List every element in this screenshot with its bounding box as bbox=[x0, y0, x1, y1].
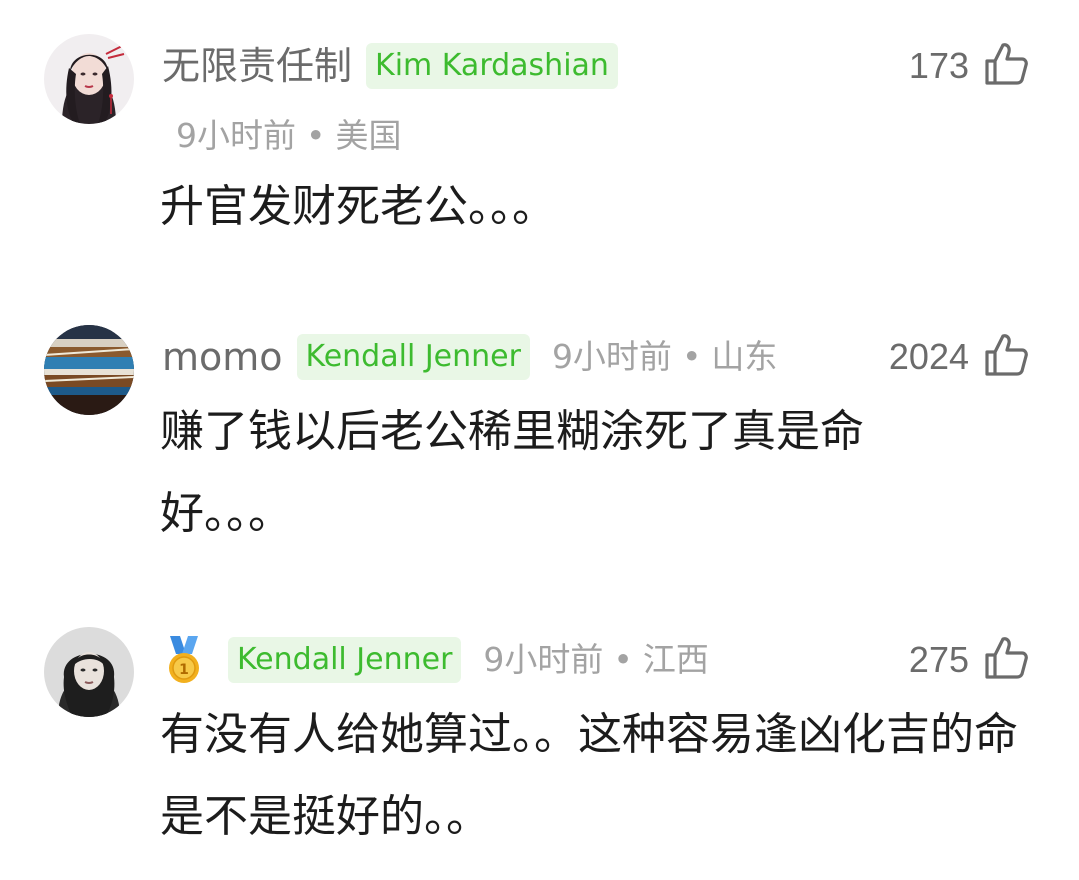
comment-time: 9小时前 bbox=[483, 640, 604, 679]
like-count: 275 bbox=[908, 639, 969, 680]
comment-location: 山东 bbox=[711, 337, 778, 376]
user-avatar[interactable] bbox=[44, 627, 134, 717]
comment-meta: 9小时前 • 山东 bbox=[552, 334, 777, 380]
comment-location: 江西 bbox=[642, 640, 709, 679]
comment-time: 9小时前 bbox=[551, 337, 672, 376]
comment-text: 升官发财死老公。。。 bbox=[160, 181, 556, 232]
username[interactable]: momo bbox=[162, 331, 283, 383]
separator-dot: • bbox=[681, 337, 702, 376]
like-button[interactable]: 173 bbox=[909, 40, 1029, 92]
thumbs-up-icon[interactable] bbox=[983, 332, 1029, 382]
comment-text: 赚了钱以后老公稀里糊涂死了真是命好。。。 bbox=[160, 406, 864, 539]
user-tag[interactable]: Kim Kardashian bbox=[366, 43, 618, 89]
gold-medal-icon: 1 bbox=[162, 634, 206, 686]
comment-meta: 9小时前 • 江西 bbox=[483, 637, 708, 683]
thumbs-up-icon[interactable] bbox=[983, 635, 1029, 685]
like-count: 2024 bbox=[888, 336, 969, 377]
separator-dot: • bbox=[613, 640, 633, 679]
comment-meta: 9小时前 • 美国 bbox=[176, 113, 401, 159]
user-tag[interactable]: Kendall Jenner bbox=[228, 637, 462, 683]
user-tag[interactable]: Kendall Jenner bbox=[296, 334, 530, 380]
comment-time: 9小时前 bbox=[176, 116, 296, 155]
like-button[interactable]: 2024 bbox=[889, 331, 1029, 383]
username[interactable]: 无限责任制 bbox=[162, 40, 352, 92]
user-avatar[interactable] bbox=[44, 34, 134, 124]
user-avatar[interactable] bbox=[44, 325, 134, 415]
like-button[interactable]: 275 bbox=[909, 634, 1029, 686]
like-count: 173 bbox=[908, 45, 969, 86]
separator-dot: • bbox=[306, 116, 326, 155]
thumbs-up-icon[interactable] bbox=[983, 41, 1029, 91]
comment-text: 有没有人给她算过。。这种容易逢凶化吉的命是不是挺好的。。 bbox=[160, 709, 1018, 842]
svg-text:1: 1 bbox=[179, 662, 189, 678]
comment-location: 美国 bbox=[335, 116, 402, 155]
